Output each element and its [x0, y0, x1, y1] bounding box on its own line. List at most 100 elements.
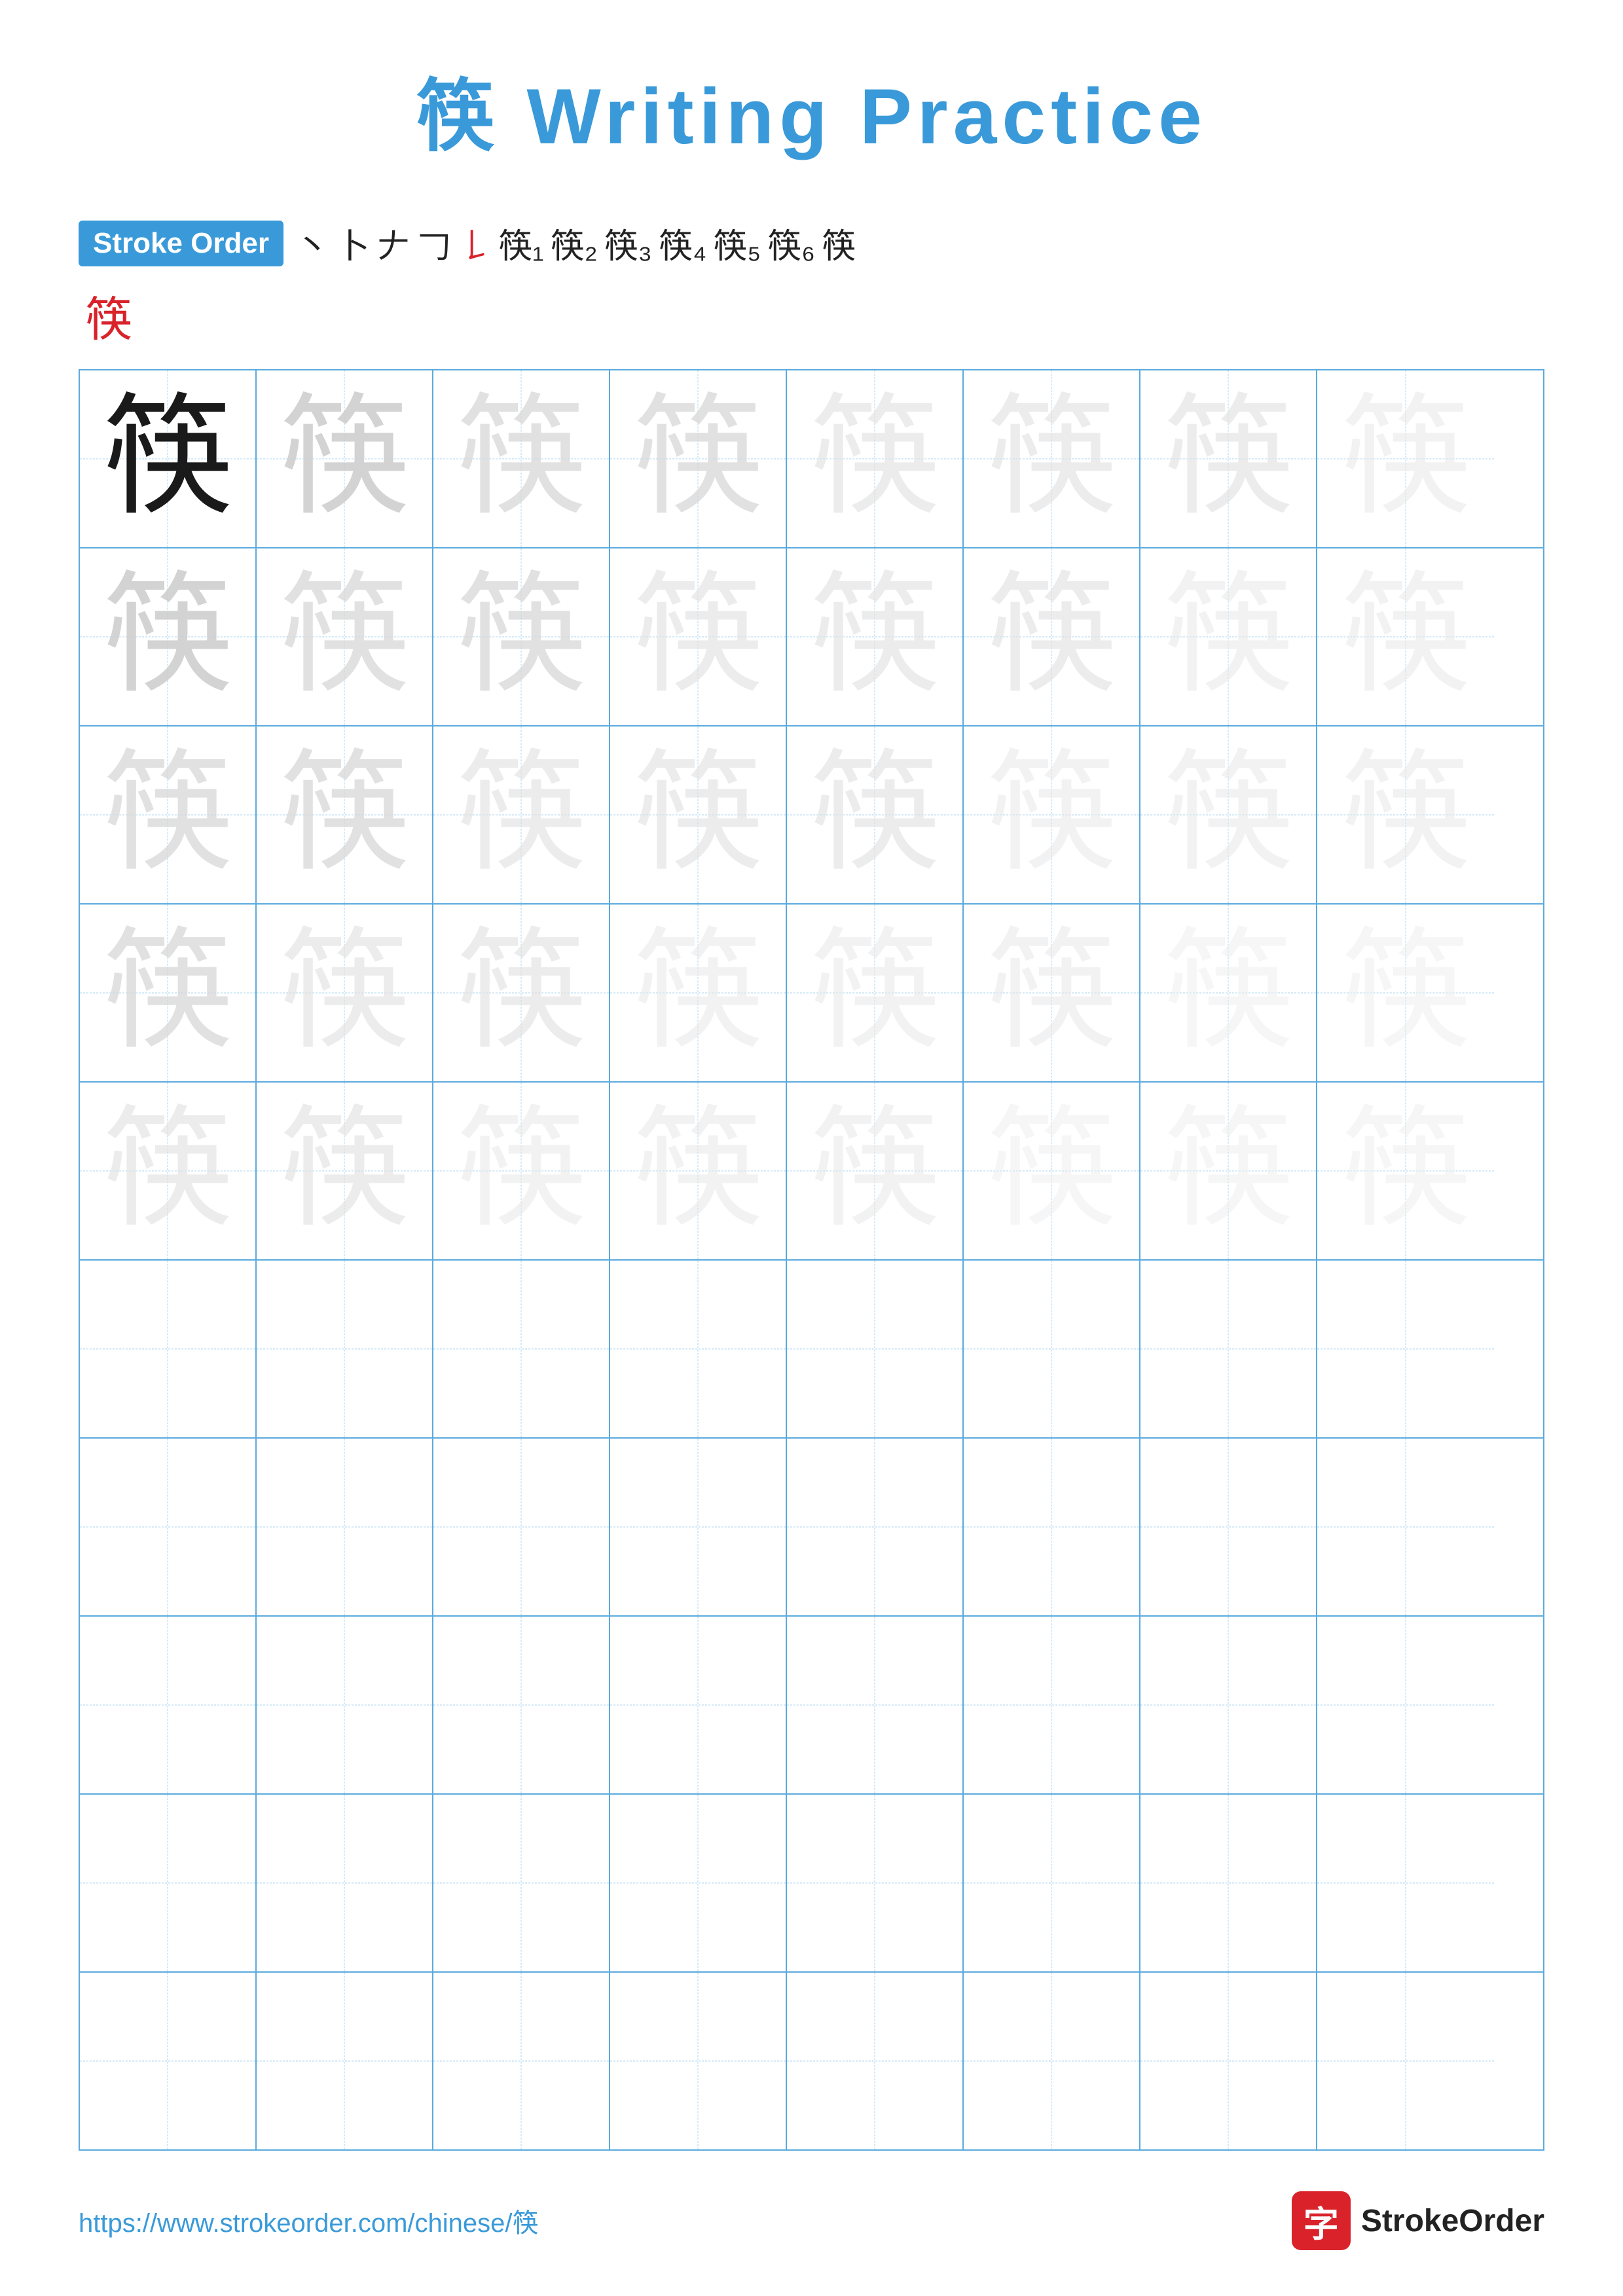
grid-cell-5-4: 筷	[610, 1083, 787, 1259]
grid-cell-8-1[interactable]	[80, 1617, 257, 1793]
grid-cell-9-3[interactable]	[433, 1795, 610, 1971]
grid-row-2: 筷 筷 筷 筷 筷 筷 筷 筷	[80, 548, 1543, 726]
grid-cell-10-8[interactable]	[1317, 1973, 1494, 2149]
stroke-2: 卜	[336, 219, 370, 268]
grid-cell-3-3: 筷	[433, 726, 610, 903]
stroke-3: 𠂇	[376, 219, 410, 268]
grid-cell-10-2[interactable]	[257, 1973, 433, 2149]
grid-cell-5-3: 筷	[433, 1083, 610, 1259]
grid-cell-8-6[interactable]	[964, 1617, 1140, 1793]
grid-cell-8-4[interactable]	[610, 1617, 787, 1793]
grid-cell-6-7[interactable]	[1140, 1261, 1317, 1437]
grid-cell-6-4[interactable]	[610, 1261, 787, 1437]
page: 筷 Writing Practice Stroke Order 丶 卜 𠂇 𠃌 …	[0, 0, 1623, 2296]
stroke-order-row: Stroke Order 丶 卜 𠂇 𠃌 𠄌 筷₁ 筷₂ 筷₃ 筷₄ 筷₅ 筷₆…	[79, 219, 1544, 268]
grid-cell-10-4[interactable]	[610, 1973, 787, 2149]
grid-cell-7-6[interactable]	[964, 1439, 1140, 1615]
char-display: 筷	[279, 571, 410, 702]
footer-url[interactable]: https://www.strokeorder.com/chinese/筷	[79, 2202, 539, 2240]
char-display: 筷	[102, 393, 233, 524]
char-display: 筷	[632, 927, 763, 1058]
char-display: 筷	[456, 393, 587, 524]
grid-cell-5-8: 筷	[1317, 1083, 1494, 1259]
char-display: 筷	[102, 571, 233, 702]
grid-cell-10-3[interactable]	[433, 1973, 610, 2149]
grid-cell-1-2: 筷	[257, 370, 433, 547]
grid-cell-7-7[interactable]	[1140, 1439, 1317, 1615]
grid-row-9	[80, 1795, 1543, 1973]
grid-cell-6-3[interactable]	[433, 1261, 610, 1437]
grid-cell-6-5[interactable]	[787, 1261, 964, 1437]
grid-cell-7-1[interactable]	[80, 1439, 257, 1615]
char-display: 筷	[102, 749, 233, 880]
grid-cell-2-1: 筷	[80, 548, 257, 725]
stroke-10: 筷₅	[713, 219, 761, 268]
grid-cell-8-7[interactable]	[1140, 1617, 1317, 1793]
grid-cell-8-3[interactable]	[433, 1617, 610, 1793]
grid-cell-9-5[interactable]	[787, 1795, 964, 1971]
footer: https://www.strokeorder.com/chinese/筷 字 …	[79, 2191, 1544, 2250]
grid-cell-9-2[interactable]	[257, 1795, 433, 1971]
grid-cell-2-6: 筷	[964, 548, 1140, 725]
grid-cell-10-1[interactable]	[80, 1973, 257, 2149]
grid-cell-8-5[interactable]	[787, 1617, 964, 1793]
grid-cell-7-8[interactable]	[1317, 1439, 1494, 1615]
char-display: 筷	[1340, 1105, 1471, 1236]
grid-cell-3-4: 筷	[610, 726, 787, 903]
grid-cell-9-7[interactable]	[1140, 1795, 1317, 1971]
char-display: 筷	[1340, 571, 1471, 702]
char-display: 筷	[456, 571, 587, 702]
char-display: 筷	[456, 749, 587, 880]
grid-cell-4-5: 筷	[787, 905, 964, 1081]
char-display: 筷	[102, 927, 233, 1058]
grid-cell-6-6[interactable]	[964, 1261, 1140, 1437]
grid-cell-4-2: 筷	[257, 905, 433, 1081]
grid-cell-10-7[interactable]	[1140, 1973, 1317, 2149]
grid-cell-5-1: 筷	[80, 1083, 257, 1259]
grid-cell-3-6: 筷	[964, 726, 1140, 903]
stroke-11: 筷₆	[767, 219, 815, 268]
grid-cell-9-1[interactable]	[80, 1795, 257, 1971]
grid-cell-6-2[interactable]	[257, 1261, 433, 1437]
grid-cell-10-6[interactable]	[964, 1973, 1140, 2149]
char-display: 筷	[809, 393, 940, 524]
grid-cell-8-8[interactable]	[1317, 1617, 1494, 1793]
char-display: 筷	[632, 571, 763, 702]
char-display: 筷	[986, 571, 1117, 702]
grid-cell-3-7: 筷	[1140, 726, 1317, 903]
char-display: 筷	[809, 927, 940, 1058]
grid-cell-8-2[interactable]	[257, 1617, 433, 1793]
grid-cell-10-5[interactable]	[787, 1973, 964, 2149]
grid-cell-7-4[interactable]	[610, 1439, 787, 1615]
grid-cell-9-8[interactable]	[1317, 1795, 1494, 1971]
stroke-5: 𠄌	[458, 219, 492, 268]
grid-row-4: 筷 筷 筷 筷 筷 筷 筷 筷	[80, 905, 1543, 1083]
grid-cell-3-8: 筷	[1317, 726, 1494, 903]
stroke-order-chars: 丶 卜 𠂇 𠃌 𠄌 筷₁ 筷₂ 筷₃ 筷₄ 筷₅ 筷₆ 筷	[295, 219, 856, 268]
stroke-8: 筷₃	[604, 219, 652, 268]
stroke-6: 筷₁	[498, 219, 544, 268]
grid-cell-1-5: 筷	[787, 370, 964, 547]
footer-logo: 字 StrokeOrder	[1292, 2191, 1544, 2250]
char-display: 筷	[632, 749, 763, 880]
page-title: 筷 Writing Practice	[79, 52, 1544, 166]
grid-cell-7-2[interactable]	[257, 1439, 433, 1615]
grid-cell-2-2: 筷	[257, 548, 433, 725]
grid-cell-5-2: 筷	[257, 1083, 433, 1259]
char-display: 筷	[986, 749, 1117, 880]
char-display: 筷	[1340, 749, 1471, 880]
grid-cell-9-4[interactable]	[610, 1795, 787, 1971]
stroke-12: 筷	[822, 219, 856, 268]
grid-cell-7-3[interactable]	[433, 1439, 610, 1615]
grid-row-6	[80, 1261, 1543, 1439]
practice-grid: 筷 筷 筷 筷 筷 筷 筷 筷 筷 筷 筷 筷 筷 筷 筷 筷 筷 筷 筷 筷 …	[79, 369, 1544, 2151]
grid-cell-7-5[interactable]	[787, 1439, 964, 1615]
char-display: 筷	[456, 927, 587, 1058]
char-display: 筷	[809, 749, 940, 880]
grid-cell-9-6[interactable]	[964, 1795, 1140, 1971]
grid-cell-1-8: 筷	[1317, 370, 1494, 547]
grid-cell-6-8[interactable]	[1317, 1261, 1494, 1437]
grid-cell-6-1[interactable]	[80, 1261, 257, 1437]
char-display: 筷	[1163, 571, 1294, 702]
grid-cell-2-5: 筷	[787, 548, 964, 725]
